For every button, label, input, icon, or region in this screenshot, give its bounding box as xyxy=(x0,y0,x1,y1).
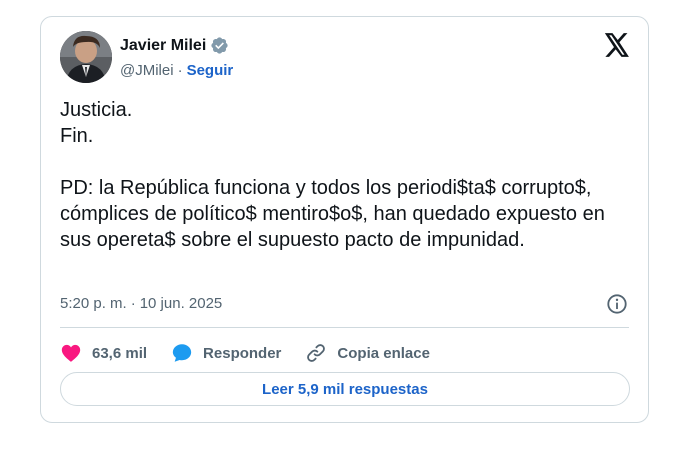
tweet-date[interactable]: 10 jun. 2025 xyxy=(140,295,223,312)
speech-bubble-icon xyxy=(172,344,192,362)
reply-label: Responder xyxy=(203,344,282,362)
author-handle-row: @JMilei · Seguir xyxy=(120,62,233,79)
like-button[interactable]: 63,6 mil xyxy=(60,342,147,364)
like-count: 63,6 mil xyxy=(92,344,148,362)
verified-badge-icon xyxy=(211,37,228,54)
x-logo-icon[interactable] xyxy=(604,33,630,57)
follow-button[interactable]: Seguir xyxy=(187,62,234,79)
info-icon[interactable] xyxy=(606,293,628,315)
copy-link-label: Copia enlace xyxy=(337,344,430,362)
separator-dot: · xyxy=(177,62,183,79)
author-name-row: Javier Milei xyxy=(120,36,229,55)
tweet-embed-card: Javier Milei @JMilei · Seguir Justicia. … xyxy=(40,16,649,423)
tweet-time[interactable]: 5:20 p. m. xyxy=(60,295,127,312)
heart-icon xyxy=(61,344,81,362)
author-name[interactable]: Javier Milei xyxy=(120,37,206,55)
author-handle[interactable]: @JMilei xyxy=(120,62,174,79)
link-icon xyxy=(307,344,326,362)
tweet-timestamp[interactable]: 5:20 p. m. · 10 jun. 2025 xyxy=(60,295,222,312)
date-separator: · xyxy=(130,295,136,312)
divider xyxy=(60,327,629,328)
action-bar: 63,6 mil Responder Copia enlace xyxy=(60,339,454,367)
reply-button[interactable]: Responder xyxy=(171,342,281,364)
tweet-text: Justicia. Fin. PD: la República funciona… xyxy=(60,99,605,251)
avatar[interactable] xyxy=(60,31,112,83)
read-replies-button[interactable]: Leer 5,9 mil respuestas xyxy=(60,372,630,406)
copy-link-button[interactable]: Copia enlace xyxy=(305,342,430,364)
